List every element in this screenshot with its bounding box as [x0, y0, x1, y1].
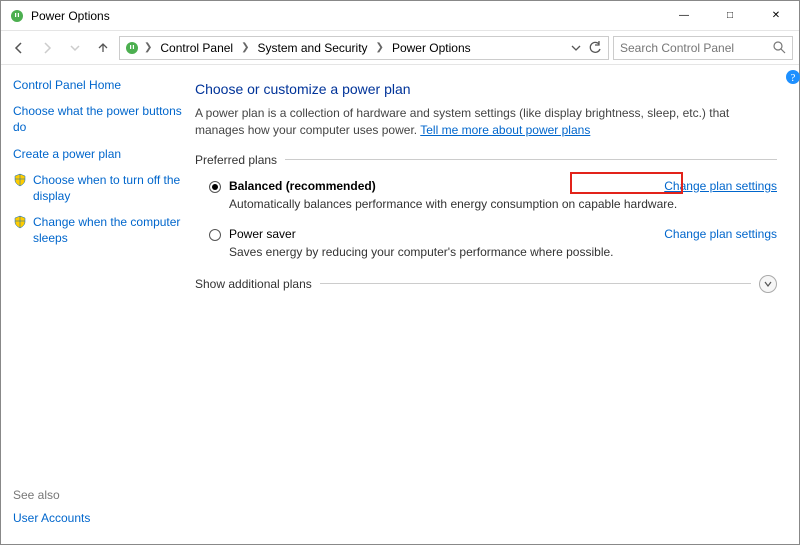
plan-powersaver-row: Power saver Change plan settings [195, 223, 777, 243]
arrow-up-icon [96, 41, 110, 55]
recent-locations-button[interactable] [63, 36, 87, 60]
plan-balanced-desc: Automatically balances performance with … [195, 195, 777, 223]
see-also-label: See also [13, 488, 183, 502]
breadcrumb-item[interactable]: Power Options [386, 37, 477, 59]
control-panel-home-link[interactable]: Control Panel Home [13, 77, 183, 93]
close-button[interactable]: ✕ [753, 1, 799, 31]
shield-icon [13, 173, 27, 187]
page-title: Choose or customize a power plan [195, 81, 777, 97]
plan-balanced-name[interactable]: Balanced (recommended) [229, 179, 376, 193]
sidebar-link-create-plan[interactable]: Create a power plan [13, 146, 183, 162]
content-area: Control Panel Home Choose what the power… [1, 65, 799, 544]
search-placeholder: Search Control Panel [620, 41, 734, 55]
nav-up-button[interactable] [91, 36, 115, 60]
search-icon [773, 41, 786, 54]
window-title: Power Options [31, 9, 110, 23]
sidebar-link-power-buttons[interactable]: Choose what the power buttons do [13, 103, 183, 135]
sidebar: Control Panel Home Choose what the power… [1, 65, 191, 544]
breadcrumb-item[interactable]: Control Panel [154, 37, 239, 59]
show-additional-plans[interactable]: Show additional plans [195, 275, 777, 293]
svg-text:?: ? [791, 72, 796, 84]
arrow-right-icon [40, 41, 54, 55]
arrow-left-icon [12, 41, 26, 55]
see-also-user-accounts[interactable]: User Accounts [13, 510, 183, 526]
main-panel: ? Choose or customize a power plan A pow… [191, 65, 799, 544]
chevron-down-icon[interactable] [759, 275, 777, 293]
chevron-right-icon: ❯ [374, 42, 386, 53]
plan-powersaver-desc: Saves energy by reducing your computer's… [195, 243, 777, 271]
chevron-right-icon: ❯ [142, 42, 154, 53]
nav-back-button[interactable] [7, 36, 31, 60]
titlebar: Power Options — □ ✕ [1, 1, 799, 31]
chevron-right-icon: ❯ [239, 42, 251, 53]
chevron-down-icon[interactable] [571, 43, 581, 53]
sidebar-link-turn-off-display[interactable]: Choose when to turn off the display [33, 172, 183, 204]
navbar: ❯ Control Panel ❯ System and Security ❯ … [1, 31, 799, 65]
breadcrumb-item[interactable]: System and Security [252, 37, 374, 59]
nav-forward-button[interactable] [35, 36, 59, 60]
tell-me-more-link[interactable]: Tell me more about power plans [420, 123, 590, 137]
plan-balanced-radio[interactable] [209, 181, 221, 193]
minimize-button[interactable]: — [661, 1, 707, 31]
page-description: A power plan is a collection of hardware… [195, 105, 777, 139]
refresh-icon[interactable] [588, 41, 602, 55]
sidebar-link-computer-sleeps[interactable]: Change when the computer sleeps [33, 214, 183, 246]
search-input[interactable]: Search Control Panel [613, 36, 793, 60]
plan-powersaver-radio[interactable] [209, 229, 221, 241]
plan-powersaver-name[interactable]: Power saver [229, 227, 296, 241]
change-plan-settings-balanced[interactable]: Change plan settings [664, 179, 777, 193]
chevron-down-icon [70, 43, 80, 53]
divider [320, 283, 751, 284]
divider [285, 159, 777, 160]
plan-balanced-row: Balanced (recommended) Change plan setti… [195, 175, 777, 195]
preferred-plans-label: Preferred plans [195, 153, 777, 167]
change-plan-settings-powersaver[interactable]: Change plan settings [664, 227, 777, 241]
power-options-icon [9, 8, 25, 24]
help-icon[interactable]: ? [785, 69, 800, 85]
maximize-button[interactable]: □ [707, 1, 753, 31]
power-options-icon [124, 40, 140, 56]
breadcrumb[interactable]: ❯ Control Panel ❯ System and Security ❯ … [119, 36, 609, 60]
see-also-section: See also User Accounts [13, 488, 183, 536]
shield-icon [13, 215, 27, 229]
